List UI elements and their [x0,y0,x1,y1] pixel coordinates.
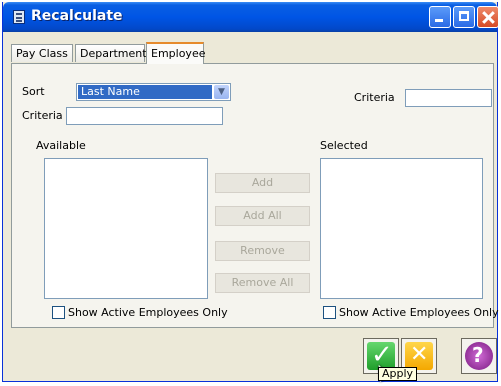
criteria-input-right[interactable] [405,89,492,107]
available-label: Available [36,139,86,152]
show-active-checkbox-left[interactable] [52,306,65,319]
add-all-button[interactable]: Add All [215,206,310,226]
title-bar[interactable]: Recalculate [3,2,499,32]
show-active-label-right: Show Active Employees Only [339,306,499,319]
help-button[interactable] [461,338,497,374]
criteria-input-left[interactable] [66,107,223,125]
show-active-checkbox-right[interactable] [323,306,336,319]
tab-pay-class[interactable]: Pay Class [11,44,73,62]
recalculate-window: Recalculate Pay Class Department Employe… [2,2,499,382]
close-button[interactable] [477,6,499,28]
minimize-button[interactable] [429,6,451,28]
purple-question-icon [465,342,493,370]
remove-all-button[interactable]: Remove All [215,273,310,293]
dialog-button-bar [11,332,497,378]
yellow-x-icon [405,342,433,370]
chevron-down-icon[interactable]: ▼ [214,85,229,99]
apply-tooltip: Apply [378,367,418,381]
tab-department[interactable]: Department [75,44,147,62]
selected-list[interactable] [320,158,483,299]
remove-button[interactable]: Remove [215,241,310,261]
tab-employee[interactable]: Employee [146,42,205,64]
maximize-button[interactable] [453,6,475,28]
calculator-icon [13,10,25,24]
employee-tab-panel: Sort Last Name ▼ Criteria Criteria Avail… [11,63,499,328]
criteria-label-right: Criteria [354,91,395,104]
sort-label: Sort [22,85,45,98]
show-active-label-left: Show Active Employees Only [68,306,228,319]
add-button[interactable]: Add [215,173,310,193]
available-list[interactable] [44,158,208,299]
selected-label: Selected [320,139,368,152]
sort-selected-value: Last Name [78,85,212,99]
sort-dropdown[interactable]: Last Name ▼ [76,83,231,101]
window-title: Recalculate [31,8,123,24]
criteria-label-left: Criteria [22,109,63,122]
